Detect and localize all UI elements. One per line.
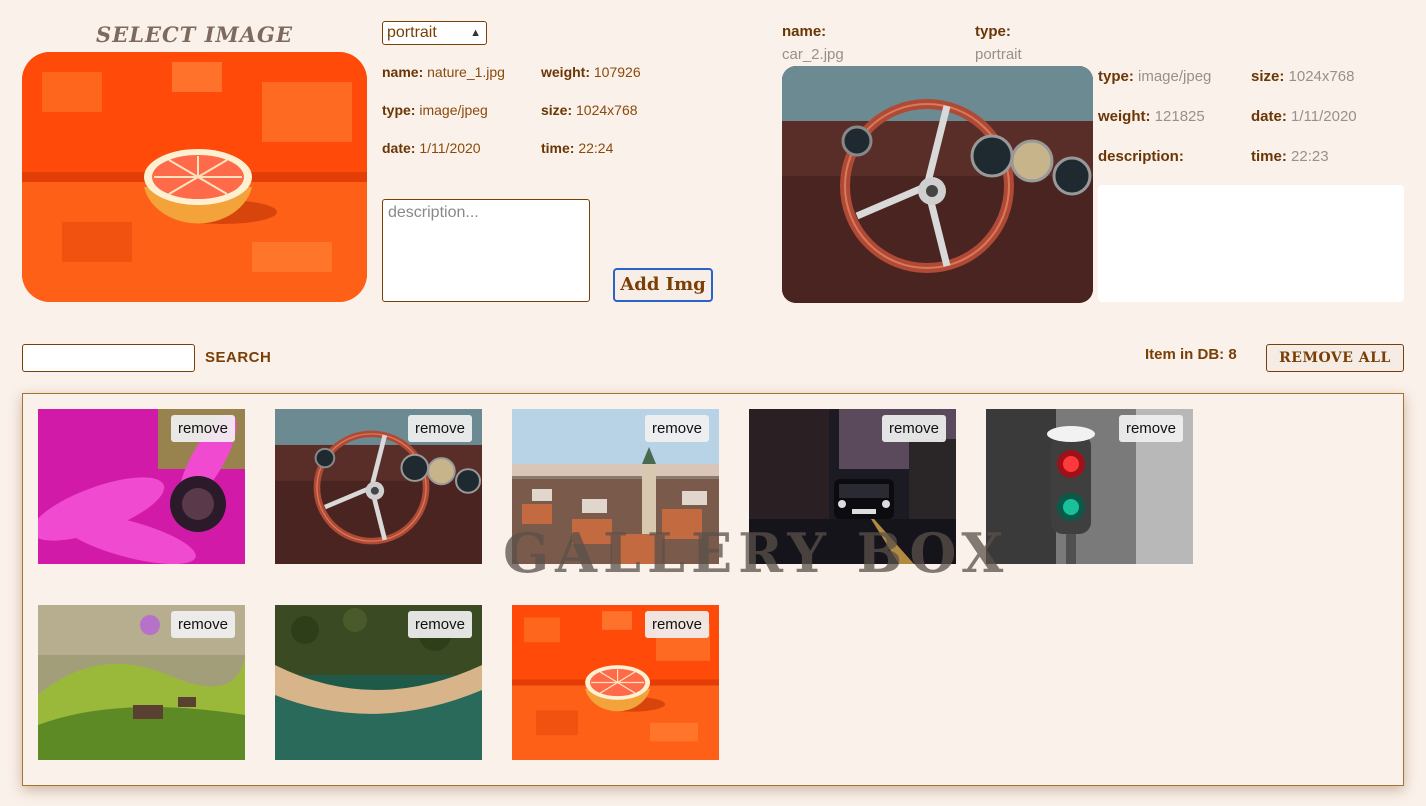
detail-time: time: 22:23 [1251, 148, 1329, 165]
gallery-item-traffic-light[interactable]: remove [986, 409, 1193, 564]
detail-image [782, 66, 1093, 303]
remove-button[interactable]: remove [407, 611, 472, 638]
gallery-item-city[interactable]: remove [512, 409, 719, 564]
gallery-item-flower[interactable]: remove [38, 409, 245, 564]
upload-time: time: 22:24 [541, 140, 614, 156]
remove-button[interactable]: remove [881, 415, 946, 442]
gallery-item-taxi-street[interactable]: remove [749, 409, 956, 564]
selected-image-preview[interactable] [22, 52, 367, 302]
detail-size: size: 1024x768 [1251, 68, 1355, 85]
upload-weight: weight: 107926 [541, 64, 641, 80]
remove-button[interactable]: remove [1118, 415, 1183, 442]
detail-weight: weight: 121825 [1098, 108, 1205, 125]
detail-description-label: description: [1098, 148, 1184, 165]
add-image-button[interactable]: Add Img [613, 268, 713, 302]
remove-button[interactable]: remove [644, 415, 709, 442]
detail-description-box [1098, 185, 1404, 302]
gallery-box: GALLERY BOX remove remove remove remove … [22, 393, 1404, 786]
gallery-item-green-hills[interactable]: remove [38, 605, 245, 760]
gallery-item-lake-shore[interactable]: remove [275, 605, 482, 760]
search-input[interactable] [22, 344, 195, 372]
upload-date: date: 1/11/2020 [382, 140, 481, 156]
detail-type-value: portrait [975, 46, 1022, 63]
search-button[interactable]: SEARCH [205, 349, 271, 366]
remove-button[interactable]: remove [170, 415, 235, 442]
gallery-item-car-interior[interactable]: remove [275, 409, 482, 564]
orientation-select-value: portrait [387, 24, 437, 41]
detail-type-label: type: [975, 23, 1011, 40]
db-item-count: Item in DB: 8 [1145, 346, 1237, 363]
orientation-select[interactable]: portrait ▲ [382, 21, 487, 45]
detail-name-label: name: [782, 23, 827, 40]
chevron-down-icon: ▲ [470, 27, 481, 39]
remove-button[interactable]: remove [170, 611, 235, 638]
remove-button[interactable]: remove [644, 611, 709, 638]
select-image-title: SELECT IMAGE [96, 22, 293, 47]
description-input[interactable]: description... [382, 199, 590, 302]
upload-size: size: 1024x768 [541, 102, 638, 118]
remove-all-button[interactable]: REMOVE ALL [1266, 344, 1404, 372]
gallery-item-grapefruit[interactable]: remove [512, 605, 719, 760]
upload-name: name: nature_1.jpg [382, 64, 505, 80]
detail-date: date: 1/11/2020 [1251, 108, 1357, 125]
upload-type: type: image/jpeg [382, 102, 488, 118]
detail-mime: type: image/jpeg [1098, 68, 1212, 85]
remove-button[interactable]: remove [407, 415, 472, 442]
detail-name-value: car_2.jpg [782, 46, 844, 63]
